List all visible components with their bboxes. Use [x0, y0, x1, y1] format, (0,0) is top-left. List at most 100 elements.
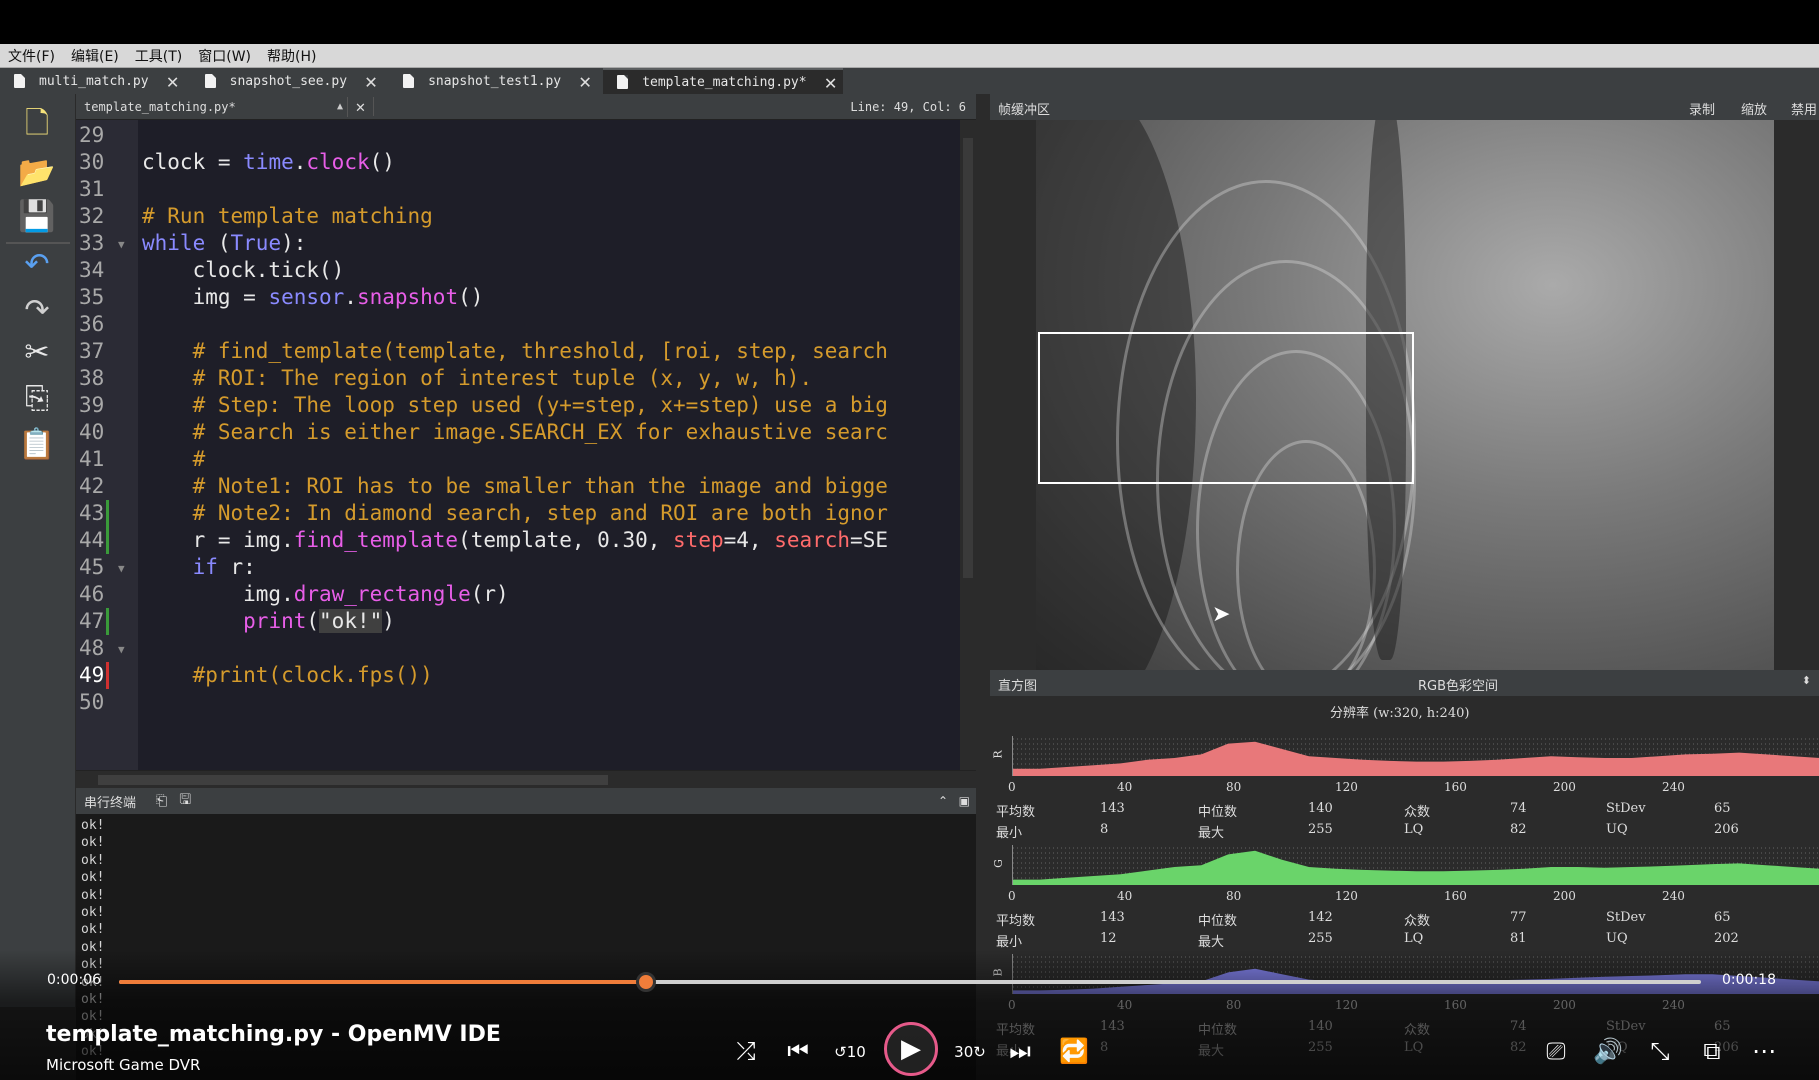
tab-multi-match[interactable]: multi_match.py ✕ [0, 68, 185, 94]
stat-label: LQ [1404, 931, 1424, 946]
line-number: 33 [79, 231, 105, 255]
captions-icon[interactable]: ⎚ [1538, 1037, 1574, 1065]
close-icon[interactable]: ✕ [579, 71, 591, 91]
redo-icon[interactable]: ↷ [17, 292, 57, 328]
close-editor-icon[interactable]: ✕ [348, 97, 374, 116]
chevron-up-icon[interactable]: ⌃ [938, 794, 948, 808]
tick-label: 0 [1008, 780, 1016, 794]
shrink-icon[interactable]: ⤡ [1642, 1037, 1678, 1065]
code-line: r = img.find_template(template, 0.30, st… [142, 528, 888, 552]
stat-value: 143 [1100, 801, 1125, 816]
skip-back-button[interactable]: ↺10 [832, 1037, 868, 1067]
code-line: print("ok!") [243, 609, 395, 633]
close-icon[interactable]: ✕ [365, 71, 377, 91]
current-time: 0:00:06 [47, 972, 101, 988]
stat-value: 12 [1100, 931, 1117, 946]
record-button[interactable]: 录制 [1689, 99, 1715, 118]
menu-tools[interactable]: 工具(T) [133, 46, 184, 66]
stat-label: UQ [1606, 931, 1628, 946]
menu-edit[interactable]: 编辑(E) [69, 46, 121, 66]
undo-icon[interactable]: ↶ [17, 246, 57, 282]
play-button[interactable]: ▶ [884, 1022, 938, 1076]
tab-label: snapshot_test1.py [428, 73, 562, 89]
terminal-line: ok! [81, 852, 105, 868]
code-line: if r: [192, 555, 256, 579]
colorspace-select[interactable]: RGB色彩空间 [1418, 675, 1498, 694]
repeat-off-icon[interactable]: 🔁 [1056, 1037, 1092, 1065]
line-number: 38 [79, 366, 105, 390]
document-icon [617, 75, 629, 89]
fold-arrow-icon[interactable]: ▼ [118, 562, 125, 575]
total-time: 0:00:18 [1722, 972, 1776, 988]
scrollbar-thumb[interactable] [963, 138, 973, 578]
code-line: # Note1: ROI has to be smaller than the … [192, 474, 888, 498]
tick-label: 240 [1662, 780, 1685, 794]
new-file-icon[interactable]: 🗋 [17, 106, 57, 144]
updown-arrows-icon[interactable]: ⬍ [1802, 674, 1811, 687]
editor-header: template_matching.py*▲▼ ✕ Line: 49, Col:… [76, 94, 976, 132]
close-icon[interactable]: ✕ [167, 71, 179, 91]
fold-arrow-icon[interactable]: ▼ [118, 238, 125, 251]
copy-icon[interactable]: ⎘ [17, 380, 57, 416]
more-options-icon[interactable]: ⋯ [1746, 1037, 1782, 1065]
seek-bar[interactable] [119, 972, 1701, 992]
tab-snapshot-test1[interactable]: snapshot_test1.py ✕ [389, 68, 597, 94]
next-icon[interactable]: ⏭ [1002, 1037, 1038, 1065]
tick-label: 40 [1117, 780, 1133, 794]
seek-knob[interactable] [635, 972, 656, 992]
zoom-button[interactable]: 缩放 [1741, 99, 1767, 118]
menu-window[interactable]: 窗口(W) [196, 46, 253, 66]
open-folder-icon[interactable]: 📂 [17, 154, 57, 190]
terminal-save-icon[interactable]: 🖫 [179, 789, 191, 813]
save-icon[interactable]: 💾 [17, 198, 57, 234]
stat-value: 77 [1510, 910, 1527, 925]
cut-icon[interactable]: ✂ [17, 334, 57, 370]
menu-file[interactable]: 文件(F) [6, 46, 57, 66]
tab-label: template_matching.py* [642, 74, 807, 90]
tab-snapshot-see[interactable]: snapshot_see.py ✕ [191, 68, 383, 94]
tab-template-matching[interactable]: template_matching.py* ✕ [603, 68, 843, 94]
paste-icon[interactable]: 📋 [17, 426, 57, 462]
camera-frame: ➤ [1036, 120, 1774, 670]
code-line: # Run template matching [142, 204, 433, 228]
code-area[interactable]: clock = time.clock() # Run template match… [138, 120, 968, 770]
line-number: 43 [79, 501, 105, 525]
menu-help[interactable]: 帮助(H) [265, 46, 318, 66]
stat-label: LQ [1404, 822, 1424, 837]
tick-label: 160 [1444, 889, 1467, 903]
code-line: # find_template(template, threshold, [ro… [192, 339, 888, 363]
horizontal-scrollbar[interactable] [76, 770, 976, 788]
previous-icon[interactable]: ⏮ [780, 1037, 816, 1065]
fold-arrow-icon[interactable]: ▼ [118, 643, 125, 656]
scrollbar-thumb[interactable] [98, 775, 608, 785]
line-number: 42 [79, 474, 105, 498]
histogram-svg [1013, 738, 1819, 776]
restore-icon[interactable]: ▣ [959, 794, 970, 808]
stat-label: 中位数 [1198, 914, 1238, 929]
code-editor[interactable]: 29 30 31 32 33 ▼ 34 35 36 37 38 39 40 41 42 43 44 45 ▼ 46 47… [76, 120, 976, 770]
code-line: # [192, 447, 206, 471]
terminal-clear-icon[interactable]: ⎗ [156, 793, 167, 809]
terminal-line: ok! [81, 870, 105, 886]
vertical-scrollbar[interactable] [960, 120, 976, 770]
line-number: 30 [79, 150, 105, 174]
histogram-title: 直方图 [998, 679, 1038, 694]
stat-value: 82 [1510, 822, 1527, 837]
disable-button[interactable]: 禁用 [1791, 99, 1817, 118]
editor-file-selector[interactable]: template_matching.py*▲▼ [76, 96, 348, 132]
volume-icon[interactable]: 🔊 [1590, 1037, 1626, 1065]
stat-label: 平均数 [996, 914, 1036, 929]
close-icon[interactable]: ✕ [825, 72, 837, 92]
stat-value: 140 [1308, 801, 1333, 816]
stat-value: 255 [1308, 822, 1333, 837]
stat-value: 81 [1510, 931, 1527, 946]
tick-label: 160 [1444, 780, 1467, 794]
miniplayer-icon[interactable]: ⧉ [1694, 1037, 1730, 1065]
toolbar-divider [6, 242, 70, 244]
code-line: while (True): [142, 231, 307, 255]
shuffle-icon[interactable]: ⤮ [728, 1037, 764, 1065]
play-icon: ▶ [901, 1034, 921, 1064]
skip-forward-button[interactable]: 30↻ [952, 1037, 988, 1067]
file-tab-bar: multi_match.py ✕ snapshot_see.py ✕ snapsho… [0, 68, 1819, 94]
code-line: img.draw_rectangle(r) [142, 582, 509, 606]
